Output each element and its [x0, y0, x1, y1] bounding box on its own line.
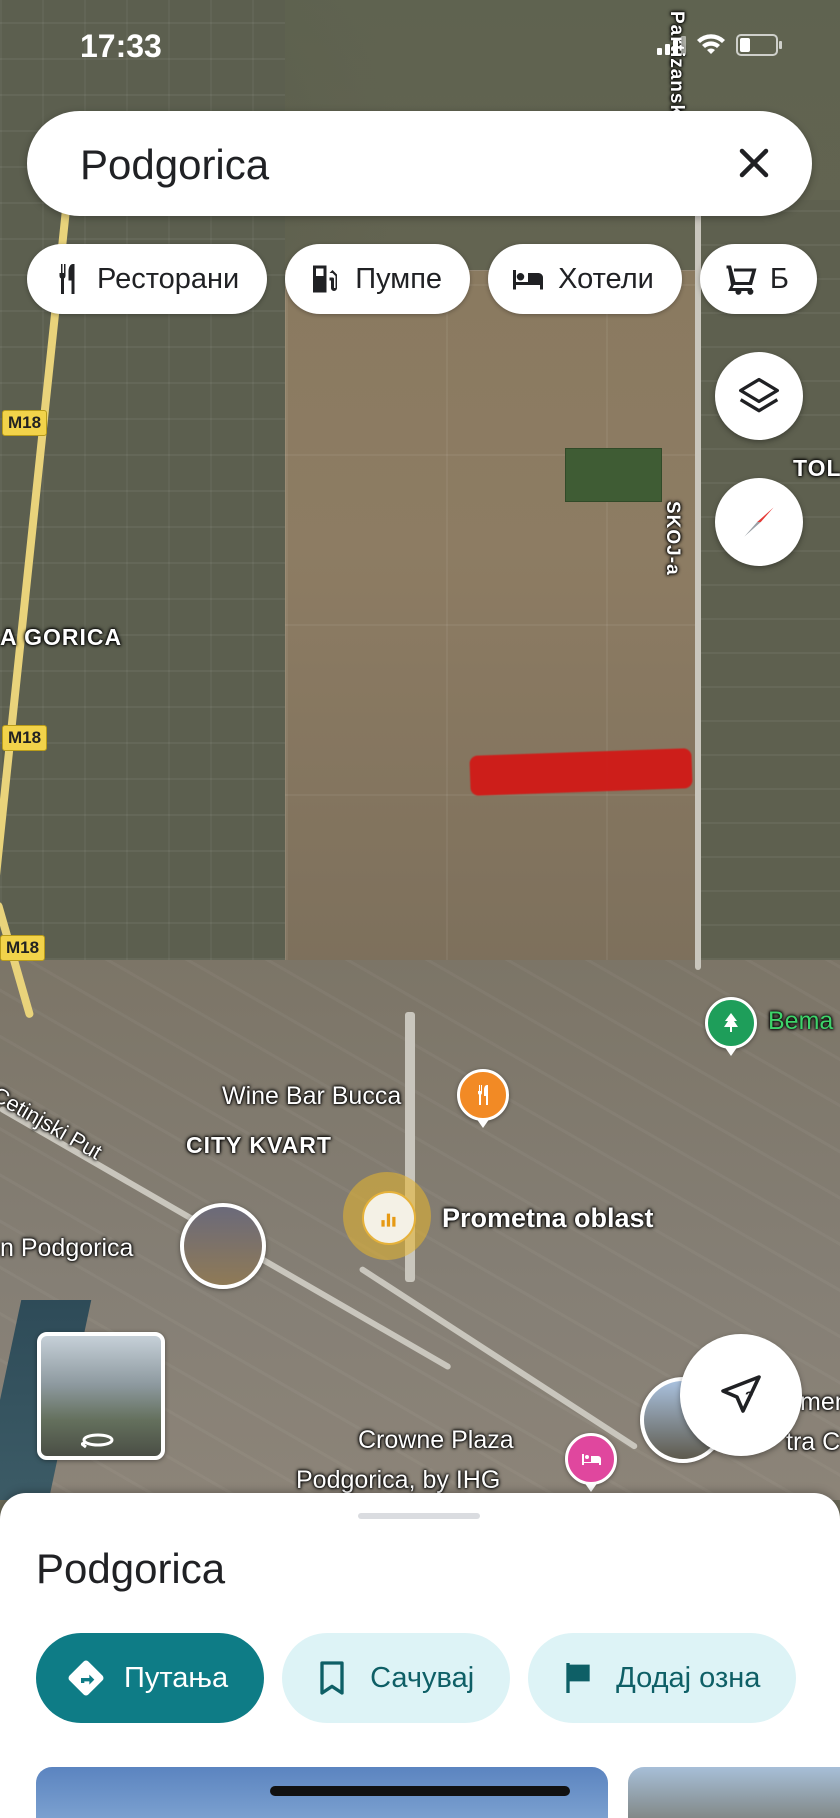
- hotel-icon: [582, 1454, 601, 1465]
- layers-button[interactable]: [715, 352, 803, 440]
- chip-hotels[interactable]: Хотели: [488, 244, 682, 314]
- compass-icon: [744, 507, 774, 537]
- close-icon: [739, 148, 769, 178]
- map-label-city-kvart: CITY KVART: [186, 1132, 332, 1158]
- add-label-button[interactable]: Додај озна: [528, 1633, 797, 1723]
- save-label: Сачувај: [370, 1661, 475, 1694]
- navigation-question-icon: ?: [721, 1375, 761, 1413]
- chip-restaurants[interactable]: Ресторани: [27, 244, 268, 314]
- directions-icon: [68, 1660, 104, 1696]
- hotel-icon: [513, 270, 544, 290]
- chip-label: Ресторани: [97, 262, 240, 295]
- restaurant-pin[interactable]: [457, 1069, 509, 1121]
- drag-handle[interactable]: [358, 1513, 480, 1519]
- map-label-skoja: SKOJ-a: [662, 501, 683, 576]
- flag-icon: [566, 1663, 590, 1693]
- place-photo-2[interactable]: [628, 1767, 840, 1818]
- cellular-signal-icon: [657, 35, 686, 55]
- map-label-tol: TOL: [793, 455, 840, 481]
- road: [695, 210, 701, 970]
- traffic-pin[interactable]: [362, 1191, 416, 1245]
- map-label-crowne-plaza[interactable]: Crowne Plaza: [358, 1426, 514, 1455]
- map-label-crowne-plaza-sub[interactable]: Podgorica, by IHG: [296, 1466, 500, 1495]
- map-label-wine-bar[interactable]: Wine Bar Bucca: [222, 1082, 401, 1111]
- open-field: [285, 270, 697, 967]
- map-label-partizanski: Partizanski: [666, 11, 687, 123]
- restaurant-icon: [59, 264, 75, 294]
- status-icons: [657, 34, 782, 56]
- clear-search-button[interactable]: [726, 135, 782, 191]
- bookmark-icon: [320, 1661, 344, 1695]
- explore-directions-button[interactable]: ?: [680, 1334, 802, 1456]
- layers-icon: [739, 377, 779, 413]
- map-label-prometna-oblast[interactable]: Prometna oblast: [442, 1203, 654, 1234]
- category-chips: Ресторани Пумпе Хотели Б: [27, 244, 817, 314]
- save-button[interactable]: Сачувај: [282, 1633, 511, 1723]
- rotate-360-icon: [81, 1433, 114, 1449]
- place-bottom-sheet[interactable]: Podgorica Путања Сачувај Додај озна: [0, 1493, 840, 1818]
- map-label-bema[interactable]: Bema: [768, 1007, 833, 1036]
- road-label-m18: M18: [2, 725, 48, 751]
- green-plot: [565, 448, 662, 502]
- photo-pin-mall[interactable]: [180, 1203, 266, 1289]
- residential-area-east: [695, 200, 840, 960]
- bar-chart-icon: [381, 1213, 396, 1227]
- search-input[interactable]: Podgorica: [80, 141, 269, 189]
- street-view-thumbnail[interactable]: [37, 1332, 165, 1460]
- place-title: Podgorica: [36, 1545, 226, 1592]
- directions-button[interactable]: Путања: [36, 1633, 265, 1723]
- map-label-cut-1: men: [800, 1388, 840, 1416]
- place-actions: Путања Сачувај Додај озна: [36, 1633, 797, 1723]
- add-label-label: Додај озна: [616, 1661, 761, 1694]
- road-label-m18: M18: [2, 410, 48, 436]
- road-label-m18: M18: [0, 935, 46, 961]
- shopping-cart-icon: [726, 265, 757, 295]
- tree-icon: [724, 1013, 738, 1032]
- map-label-cut-2: tra C: [786, 1428, 840, 1456]
- status-time: 17:33: [80, 28, 162, 64]
- restaurant-icon: [478, 1085, 488, 1105]
- map-label-gorica: A GORICA: [0, 624, 123, 650]
- compass-button[interactable]: [715, 478, 803, 566]
- wifi-icon: [697, 34, 725, 54]
- directions-label: Путања: [124, 1661, 229, 1694]
- chip-label: Б: [769, 262, 789, 295]
- chip-label: Хотели: [558, 262, 654, 295]
- map-label-podgorica: n Podgorica: [0, 1234, 134, 1262]
- red-highlight-mark: [469, 748, 693, 796]
- gas-station-icon: [313, 265, 338, 293]
- home-indicator: [270, 1786, 570, 1796]
- svg-text:?: ?: [745, 1388, 754, 1404]
- park-pin[interactable]: [705, 997, 757, 1049]
- chip-gas-stations[interactable]: Пумпе: [285, 244, 471, 314]
- chip-label: Пумпе: [355, 262, 443, 295]
- battery-icon: [736, 34, 782, 56]
- hotel-pin[interactable]: [565, 1433, 617, 1485]
- satellite-map[interactable]: M18 M18 M18 SKOJ-a Partizanski TOL A GOR…: [0, 0, 840, 1500]
- search-bar[interactable]: Podgorica: [27, 111, 812, 216]
- chip-shopping[interactable]: Б: [699, 244, 817, 314]
